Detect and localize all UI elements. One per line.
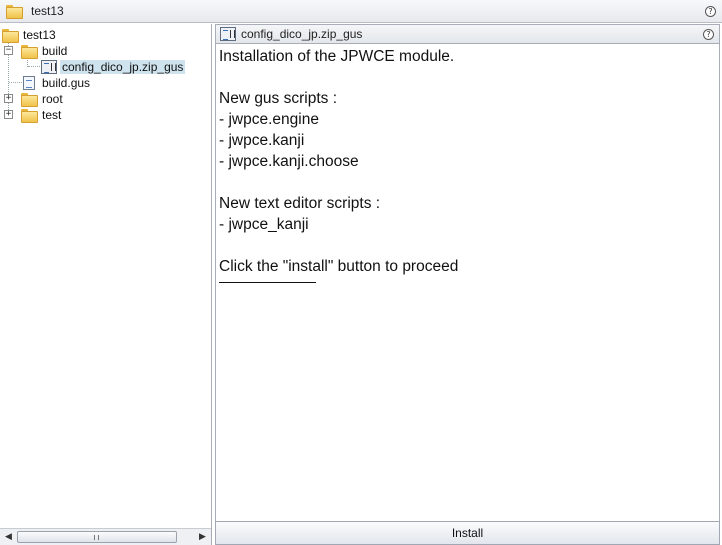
help-icon[interactable]: ?: [705, 6, 716, 17]
folder-icon: [6, 5, 23, 19]
install-message: Installation of the JPWCE module. New gu…: [219, 46, 715, 516]
message-line: Installation of the JPWCE module.: [219, 48, 455, 65]
folder-icon: [21, 109, 38, 123]
window-title-bar: test13 ?: [0, 0, 722, 23]
script-file-icon: [220, 27, 236, 41]
scrollbar-grip-icon: [94, 535, 99, 540]
help-icon[interactable]: ?: [703, 29, 714, 40]
message-line: Click the "install" button to proceed: [219, 258, 459, 275]
tree-item-build-gus[interactable]: build.gus: [23, 75, 92, 91]
tree-item-label: test: [42, 108, 62, 122]
message-line: [219, 235, 715, 256]
message-line: New text editor scripts :: [219, 195, 381, 212]
tab-title: config_dico_jp.zip_gus: [241, 27, 363, 41]
tree-item-label: config_dico_jp.zip_gus: [60, 60, 186, 74]
document-icon: [23, 76, 35, 90]
message-line: [219, 172, 715, 193]
folder-open-icon: [2, 29, 19, 43]
install-button[interactable]: Install: [215, 521, 720, 545]
horizontal-scrollbar[interactable]: ◀ ▶: [0, 528, 211, 545]
file-tree-pane: test13 − build config_dico_jp.zip_gus bu…: [0, 24, 212, 545]
scroll-right-arrow-icon[interactable]: ▶: [196, 531, 209, 543]
collapse-icon[interactable]: −: [4, 46, 13, 55]
script-file-icon: [41, 60, 57, 74]
tree-item-label: test13: [23, 28, 56, 42]
tree-item-label: root: [42, 92, 63, 106]
scroll-left-arrow-icon[interactable]: ◀: [2, 531, 15, 543]
tree-item-build[interactable]: build: [21, 43, 69, 59]
tree-item-test[interactable]: test: [21, 107, 63, 123]
message-line: - jwpce.engine: [219, 111, 319, 128]
window-title: test13: [31, 4, 64, 18]
tab-header: config_dico_jp.zip_gus ?: [216, 25, 719, 44]
tree-item-root[interactable]: root: [21, 91, 65, 107]
folder-icon: [21, 93, 38, 107]
tree-item-test13[interactable]: test13: [2, 27, 58, 43]
folder-open-icon: [21, 45, 38, 59]
message-line: [219, 67, 715, 88]
message-line: - jwpce.kanji.choose: [219, 153, 359, 170]
tree-item-label: build.gus: [42, 76, 91, 90]
message-line: - jwpce.kanji: [219, 132, 305, 149]
script-viewer-pane: config_dico_jp.zip_gus ? Installation of…: [215, 24, 720, 545]
expand-icon[interactable]: +: [4, 110, 13, 119]
separator-rule: [219, 282, 316, 283]
message-line: - jwpce_kanji: [219, 216, 309, 233]
tree-item-label: build: [42, 44, 68, 58]
tree-item-config-dico-jp[interactable]: config_dico_jp.zip_gus: [41, 59, 186, 75]
file-tree: test13 − build config_dico_jp.zip_gus bu…: [0, 26, 211, 516]
scrollbar-thumb[interactable]: [17, 531, 177, 543]
expand-icon[interactable]: +: [4, 94, 13, 103]
message-line: New gus scripts :: [219, 90, 338, 107]
